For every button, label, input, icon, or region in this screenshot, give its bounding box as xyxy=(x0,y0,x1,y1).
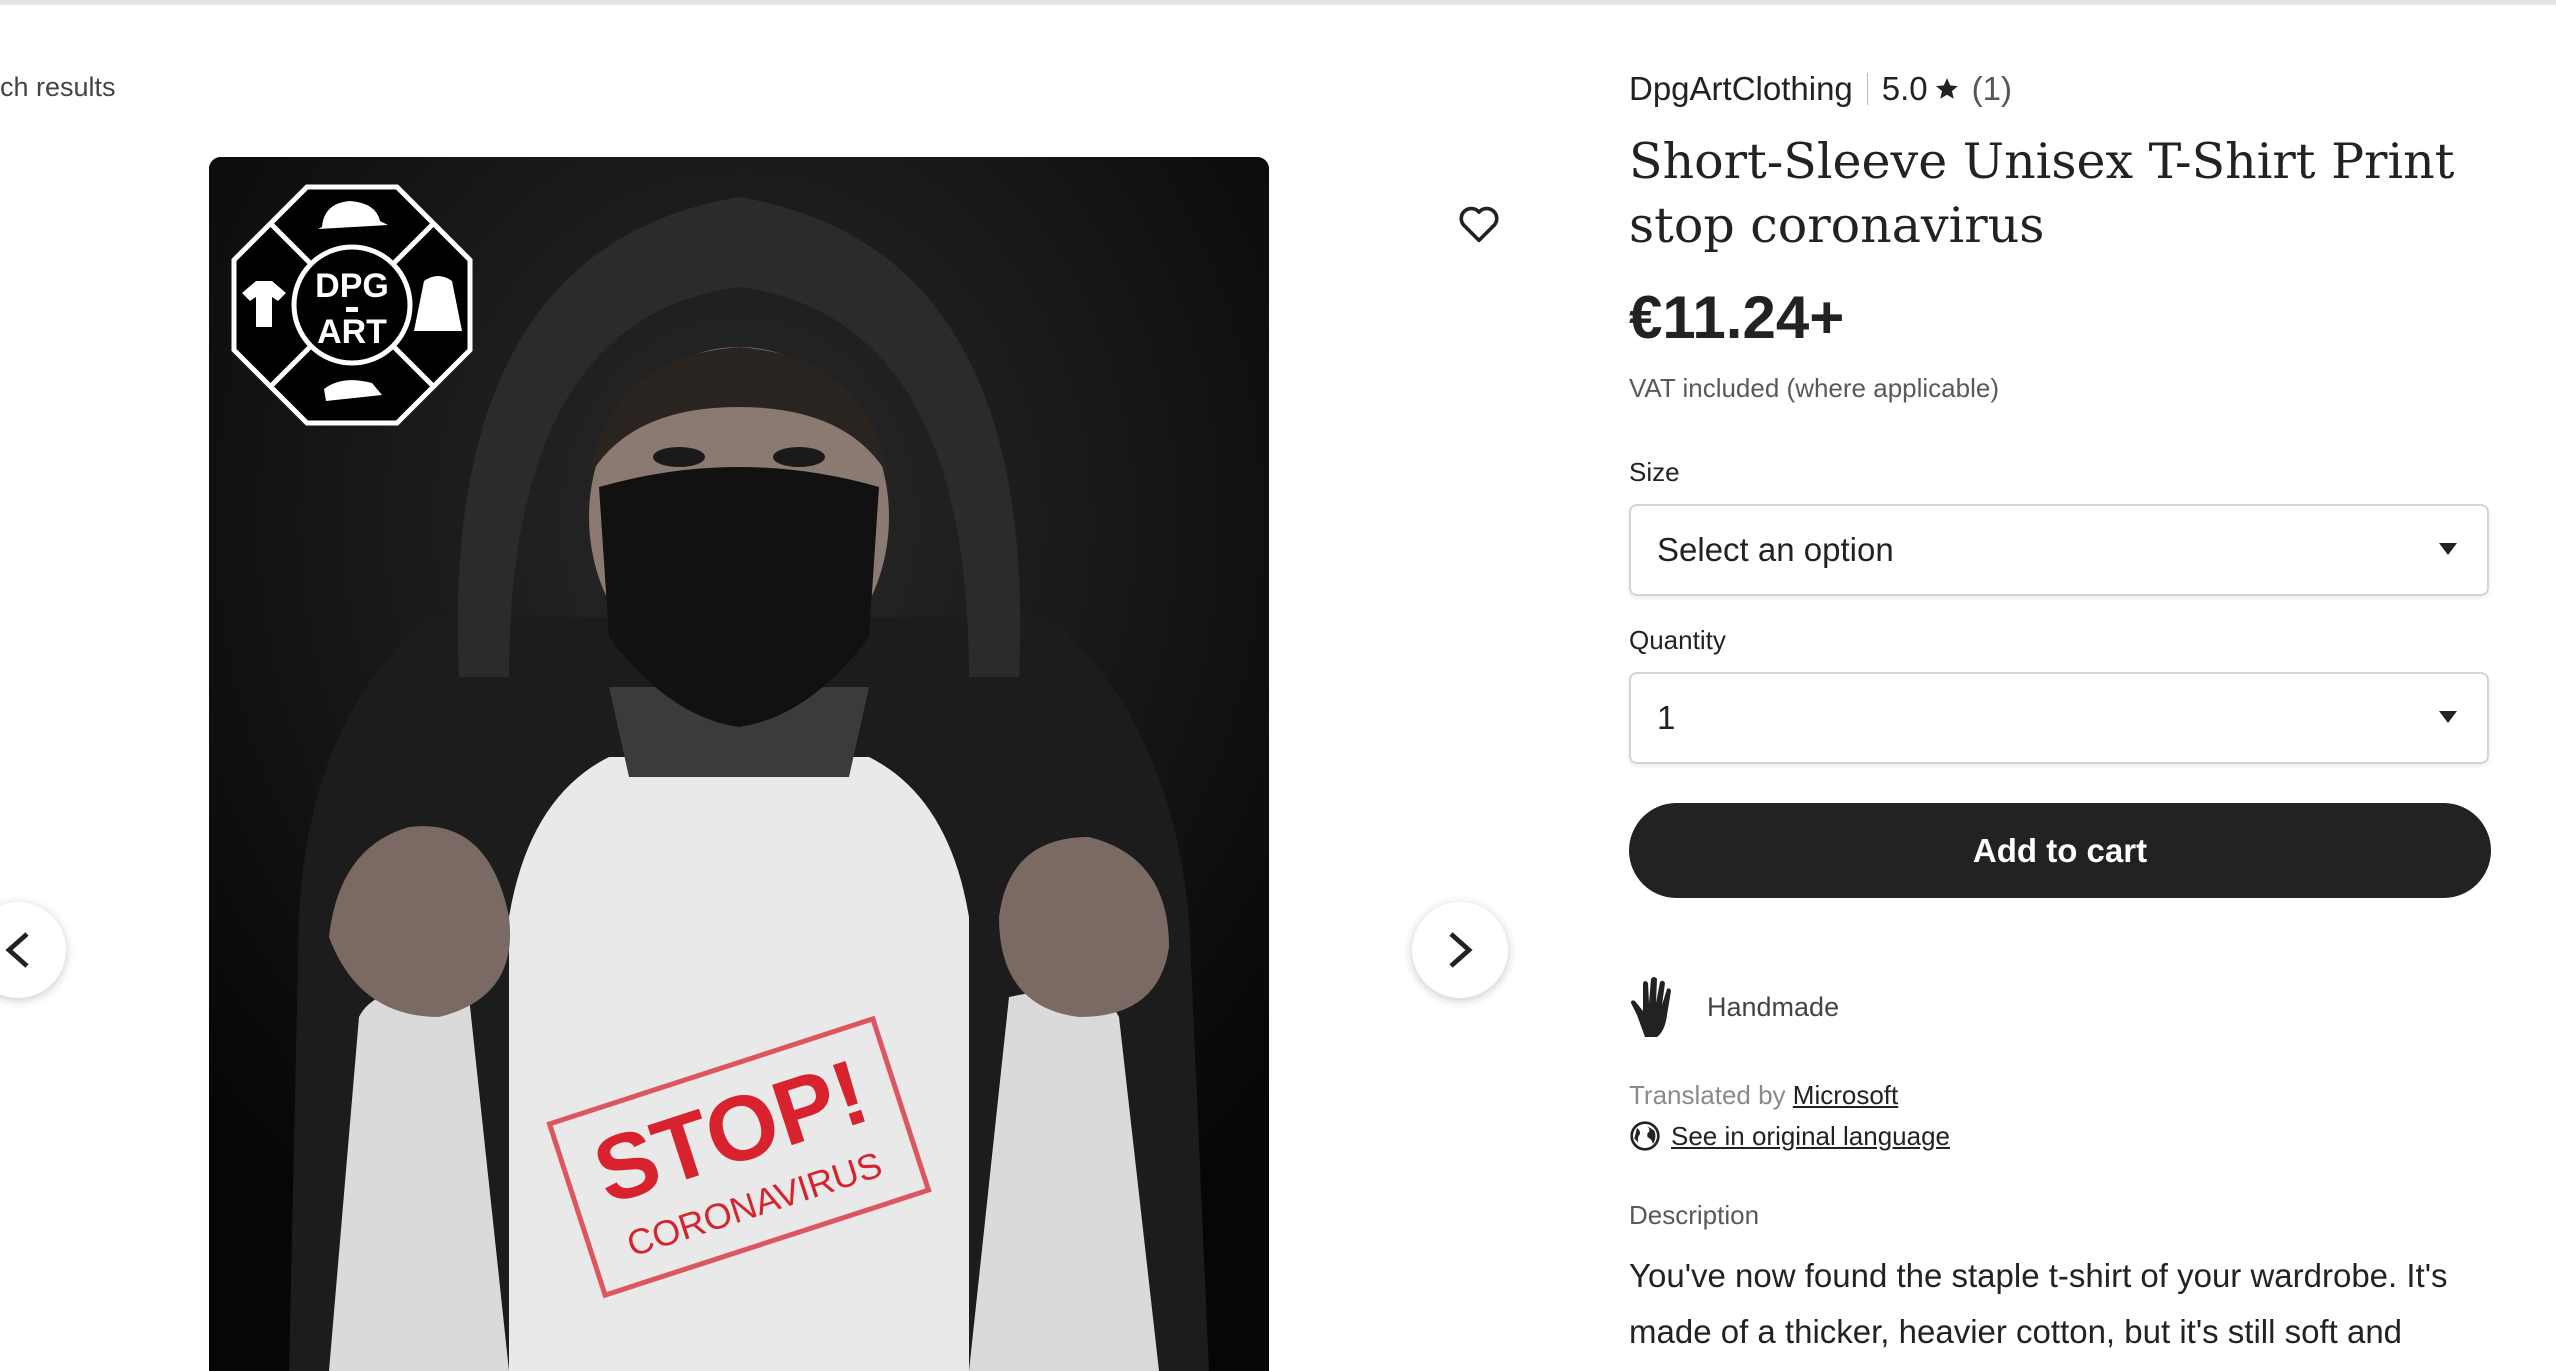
shop-info: DpgArtClothing 5.0 (1) xyxy=(1629,70,2012,108)
listing-title: Short-Sleeve Unisex T-Shirt Print stop c… xyxy=(1629,133,2455,254)
chevron-right-icon xyxy=(1449,932,1473,968)
chevron-left-icon xyxy=(5,932,29,968)
quantity-select[interactable]: 1 xyxy=(1629,672,2489,764)
size-label: Size xyxy=(1629,457,1680,487)
translation-note: Translated by Microsoft xyxy=(1629,1080,1898,1111)
translated-by-text: Translated by xyxy=(1629,1080,1786,1110)
microsoft-link[interactable]: Microsoft xyxy=(1793,1080,1898,1110)
see-original-language-link[interactable]: See in original language xyxy=(1671,1121,1950,1152)
globe-icon xyxy=(1630,1121,1660,1151)
vat-note: VAT included (where applicable) xyxy=(1629,373,1999,403)
shop-name-link[interactable]: DpgArtClothing xyxy=(1629,70,1853,108)
shop-logo: DPG ART xyxy=(231,184,473,426)
caret-down-icon xyxy=(2439,711,2457,723)
product-photo-illustration: STOP! CORONAVIRUS DPG ART xyxy=(209,157,1269,1371)
add-to-cart-button[interactable]: Add to cart xyxy=(1629,803,2491,898)
description-text: You've now found the staple t-shirt of y… xyxy=(1629,1257,2448,1350)
heart-icon xyxy=(1459,206,1499,243)
previous-image-button[interactable] xyxy=(0,902,66,998)
back-to-search-link[interactable]: ch results xyxy=(0,72,116,103)
separator xyxy=(1866,73,1868,105)
quantity-select-value: 1 xyxy=(1657,699,1676,736)
logo-text-top: DPG xyxy=(315,267,389,305)
handmade-badge: Handmade xyxy=(1629,975,1839,1039)
description-label: Description xyxy=(1629,1200,1760,1230)
quantity-label: Quantity xyxy=(1629,625,1726,655)
caret-down-icon xyxy=(2439,543,2457,555)
hand-icon xyxy=(1631,977,1671,1037)
price: €11.24+ xyxy=(1629,284,1845,351)
star-icon xyxy=(1935,78,1958,99)
shop-rating: 5.0 xyxy=(1881,70,1928,107)
review-count[interactable]: (1) xyxy=(1972,70,2012,108)
logo-text-bottom: ART xyxy=(317,313,387,351)
handmade-label: Handmade xyxy=(1707,991,1840,1022)
original-language-row: See in original language xyxy=(1629,1120,1950,1152)
next-image-button[interactable] xyxy=(1412,902,1508,998)
favorite-button[interactable] xyxy=(1448,193,1510,255)
top-divider xyxy=(0,0,2556,5)
product-image[interactable]: STOP! CORONAVIRUS DPG ART xyxy=(209,157,1269,1371)
size-select[interactable]: Select an option xyxy=(1629,504,2489,596)
size-select-value: Select an option xyxy=(1657,531,1894,568)
